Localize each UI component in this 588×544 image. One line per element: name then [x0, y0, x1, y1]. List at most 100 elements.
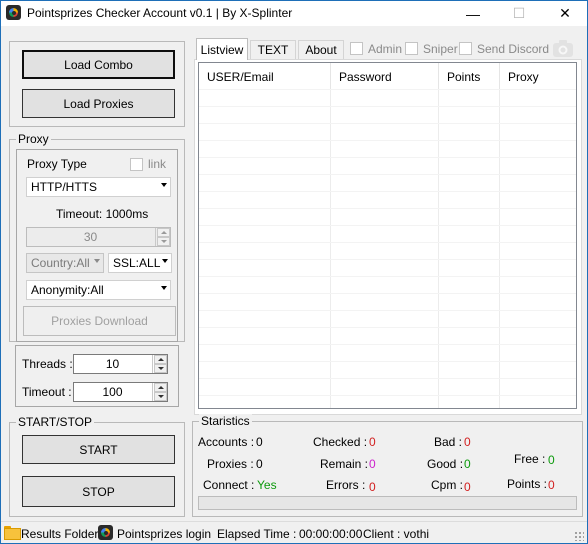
column-proxy[interactable]: Proxy: [500, 63, 576, 89]
link-checkbox[interactable]: [130, 158, 143, 171]
tab-listview[interactable]: Listview: [196, 38, 248, 60]
progress-bar: [198, 496, 577, 510]
cpm-value: 0: [464, 480, 471, 494]
column-user-email[interactable]: USER/Email: [199, 63, 331, 89]
chevron-down-icon: [162, 259, 168, 263]
proxy-group: Proxy Proxy Type link HTTP/HTTS Timeout:…: [9, 132, 185, 342]
app-window: Pointsprizes Checker Account v0.1 | By X…: [0, 0, 588, 544]
timeout-spinner[interactable]: 30: [26, 227, 171, 247]
spin-down-icon[interactable]: [154, 364, 167, 373]
send-discord-label: Send Discord: [477, 42, 550, 56]
proxy-type-select[interactable]: HTTP/HTTS: [26, 177, 171, 197]
timeout-spinner-value: 30: [83, 230, 98, 244]
resize-grip-icon[interactable]: [574, 531, 584, 541]
start-button[interactable]: START: [22, 435, 175, 464]
load-group: Load Combo Load Proxies: [9, 41, 185, 127]
points-value: 0: [548, 478, 555, 492]
column-password[interactable]: Password: [331, 63, 439, 89]
country-select[interactable]: Country:All: [26, 253, 104, 273]
elapsed-time-value: 00:00:00:00: [299, 527, 363, 541]
listview-grid: [199, 63, 576, 408]
column-points[interactable]: Points: [439, 63, 500, 89]
connect-value: Yes: [257, 478, 277, 492]
stop-button[interactable]: STOP: [22, 476, 175, 507]
remain-label: Remain :: [320, 457, 369, 471]
country-value: Country:All: [31, 256, 90, 270]
client-label: Client : vothi: [363, 527, 430, 541]
ssl-select[interactable]: SSL:ALL: [108, 253, 172, 273]
spin-down-icon[interactable]: [154, 392, 167, 401]
sniper-label: Sniper: [423, 42, 458, 56]
sniper-checkbox[interactable]: [405, 42, 418, 55]
start-stop-group: START/STOP START STOP: [9, 415, 185, 517]
chevron-down-icon: [94, 259, 100, 263]
good-value: 0: [464, 457, 471, 471]
accounts-label: Accounts :: [198, 435, 255, 449]
camera-icon[interactable]: [552, 39, 574, 59]
spinner-buttons[interactable]: [155, 228, 170, 246]
remain-value: 0: [369, 457, 376, 471]
close-button[interactable]: ✕: [542, 1, 588, 26]
results-folder-link[interactable]: Results Folder: [21, 527, 98, 541]
maximize-button[interactable]: ☐: [496, 1, 542, 26]
send-discord-checkbox[interactable]: [459, 42, 472, 55]
checked-label: Checked :: [313, 435, 368, 449]
bad-label: Bad :: [434, 435, 463, 449]
proxy-type-label: Proxy Type: [27, 157, 87, 171]
status-bar: Results Folder Pointsprizes login Elapse…: [1, 521, 587, 543]
threads-input[interactable]: 10: [73, 354, 168, 374]
bad-value: 0: [464, 435, 471, 449]
anonymity-select[interactable]: Anonymity:All: [26, 280, 171, 300]
load-combo-button[interactable]: Load Combo: [22, 50, 175, 79]
spinner-buttons[interactable]: [152, 355, 167, 373]
pointsprizes-logo-icon: [98, 525, 113, 540]
chevron-down-icon: [161, 286, 167, 290]
timeout-info-label: Timeout: 1000ms: [56, 207, 149, 221]
start-stop-group-label: START/STOP: [16, 415, 95, 429]
accounts-value: 0: [256, 435, 263, 449]
listview-header: USER/Email Password Points Proxy: [199, 63, 576, 89]
free-value: 0: [548, 453, 555, 467]
tab-text[interactable]: TEXT: [250, 40, 296, 59]
timeout-input[interactable]: 100: [73, 382, 168, 402]
timeout-value: 100: [102, 385, 123, 399]
anonymity-value: Anonymity:All: [31, 283, 104, 297]
proxies-label: Proxies :: [207, 457, 254, 471]
points-label: Points :: [507, 477, 548, 491]
cpm-label: Cpm :: [431, 478, 464, 492]
proxies-value: 0: [256, 457, 263, 471]
link-label: link: [148, 157, 167, 171]
proxy-inner-panel: Proxy Type link HTTP/HTTS Timeout: 1000m…: [16, 149, 178, 342]
errors-label: Errors :: [326, 478, 366, 492]
results-listview[interactable]: USER/Email Password Points Proxy: [198, 62, 577, 409]
load-proxies-button[interactable]: Load Proxies: [22, 89, 175, 118]
proxies-download-button[interactable]: Proxies Download: [23, 306, 176, 336]
connect-label: Connect :: [203, 478, 255, 492]
elapsed-time-label: Elapsed Time :: [217, 527, 297, 541]
admin-checkbox[interactable]: [350, 42, 363, 55]
ssl-value: SSL:ALL: [113, 256, 161, 270]
proxy-type-value: HTTP/HTTS: [31, 180, 97, 194]
statistics-group-label: Staristics: [199, 414, 252, 428]
checked-value: 0: [369, 435, 376, 449]
chevron-down-icon: [161, 183, 167, 187]
threads-group: Threads : 10 Timeout : 100: [15, 345, 179, 407]
spin-down-icon[interactable]: [157, 237, 170, 246]
spin-up-icon[interactable]: [157, 228, 170, 237]
login-status[interactable]: Pointsprizes login: [117, 527, 211, 541]
window-title: Pointsprizes Checker Account v0.1 | By X…: [27, 6, 293, 20]
timeout-label: Timeout :: [22, 385, 72, 399]
threads-label: Threads :: [22, 357, 73, 371]
admin-label: Admin: [368, 42, 403, 56]
folder-icon[interactable]: [4, 526, 21, 540]
spin-up-icon[interactable]: [154, 355, 167, 364]
spinner-buttons[interactable]: [152, 383, 167, 401]
tab-about[interactable]: About: [298, 40, 344, 59]
minimize-button[interactable]: —: [450, 1, 496, 26]
spin-up-icon[interactable]: [154, 383, 167, 392]
app-logo-icon: [6, 5, 21, 20]
threads-value: 10: [105, 357, 120, 371]
title-bar[interactable]: Pointsprizes Checker Account v0.1 | By X…: [1, 1, 587, 26]
errors-value: 0: [369, 480, 376, 494]
good-label: Good :: [427, 457, 464, 471]
